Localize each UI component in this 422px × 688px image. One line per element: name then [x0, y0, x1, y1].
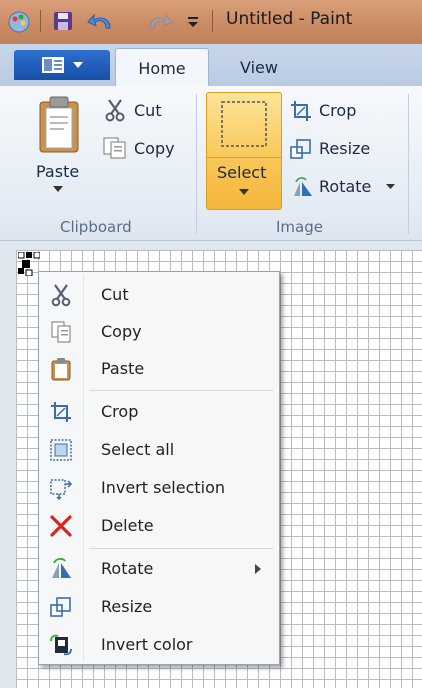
- rotate-button[interactable]: Rotate: [319, 177, 371, 196]
- scissors-icon: [51, 284, 71, 307]
- chevron-down-icon: [73, 62, 83, 68]
- ribbon-tab-row: Home View: [0, 44, 422, 87]
- menu-item-label: Crop: [101, 402, 139, 421]
- menu-item-copy[interactable]: Copy: [39, 314, 279, 350]
- select-split-line: [207, 157, 281, 158]
- tab-view[interactable]: View: [214, 48, 304, 86]
- menu-item-resize[interactable]: Resize: [39, 589, 279, 625]
- title-bar: Untitled - Paint: [0, 0, 422, 45]
- image-group-label: Image: [276, 218, 323, 236]
- menu-item-crop[interactable]: Crop: [39, 394, 279, 430]
- undo-icon[interactable]: [86, 10, 116, 34]
- crop-icon: [51, 402, 71, 422]
- copy-icon: [103, 137, 126, 159]
- menu-separator: [89, 390, 273, 391]
- context-menu: Cut Copy Paste Crop Select all Invert se…: [38, 271, 280, 665]
- crop-button[interactable]: Crop: [319, 101, 356, 120]
- resize-icon: [290, 139, 311, 159]
- menu-item-label: Resize: [101, 597, 153, 616]
- invert-selection-icon: [50, 479, 73, 500]
- menu-item-label: Select all: [101, 440, 175, 459]
- resize-button[interactable]: Resize: [319, 139, 370, 158]
- toolbar-separator: [40, 10, 41, 32]
- select-all-icon: [50, 439, 72, 461]
- submenu-arrow-icon: [255, 564, 261, 574]
- ribbon-separator: [196, 94, 197, 234]
- menu-item-label: Paste: [101, 359, 145, 378]
- select-dropdown-icon[interactable]: [239, 189, 249, 196]
- menu-item-label: Cut: [101, 285, 129, 304]
- ribbon-home-panel: Paste Cut Copy Clipboard Select Crop Res…: [0, 86, 422, 241]
- menu-item-label: Invert selection: [101, 478, 226, 497]
- clipboard-group-label: Clipboard: [60, 218, 132, 236]
- menu-item-invert-color[interactable]: Invert color: [39, 627, 279, 663]
- resize-icon: [50, 597, 71, 617]
- menu-item-label: Delete: [101, 516, 154, 535]
- selection-handles-icon[interactable]: [18, 252, 40, 276]
- rotate-icon: [294, 177, 312, 196]
- invert-color-icon: [50, 634, 72, 656]
- select-rectangle-icon: [221, 101, 267, 147]
- menu-item-invert-selection[interactable]: Invert selection: [39, 470, 279, 506]
- file-menu-button[interactable]: [14, 50, 110, 80]
- menu-item-select-all[interactable]: Select all: [39, 432, 279, 468]
- customize-dropdown-icon[interactable]: [186, 15, 200, 29]
- rotate-dropdown-icon[interactable]: [386, 184, 395, 190]
- paste-button[interactable]: Paste: [36, 162, 79, 181]
- menu-item-paste[interactable]: Paste: [39, 351, 279, 387]
- copy-button[interactable]: Copy: [134, 139, 175, 158]
- ribbon-separator-right: [408, 94, 409, 234]
- paint-app-icon[interactable]: [6, 8, 32, 34]
- file-menu-icon: [42, 57, 64, 73]
- menu-item-label: Rotate: [101, 559, 154, 578]
- save-icon[interactable]: [52, 10, 74, 32]
- copy-icon: [51, 321, 71, 343]
- select-button[interactable]: Select: [206, 92, 282, 210]
- menu-item-label: Invert color: [101, 635, 193, 654]
- paste-dropdown-icon[interactable]: [53, 186, 63, 193]
- delete-x-icon: [50, 515, 72, 537]
- menu-item-label: Copy: [101, 322, 142, 341]
- menu-item-cut[interactable]: Cut: [39, 277, 279, 313]
- menu-item-rotate[interactable]: Rotate: [39, 551, 279, 587]
- clipboard-icon: [51, 358, 71, 381]
- menu-item-delete[interactable]: Delete: [39, 508, 279, 544]
- menu-separator: [89, 548, 273, 549]
- window-title: Untitled - Paint: [226, 9, 353, 29]
- select-label: Select: [217, 163, 267, 182]
- redo-icon[interactable]: [146, 10, 174, 34]
- tab-home[interactable]: Home: [115, 48, 209, 87]
- title-separator: [212, 10, 213, 32]
- rotate-icon: [52, 558, 71, 578]
- cut-icon: [105, 99, 125, 122]
- cut-button[interactable]: Cut: [134, 101, 162, 120]
- crop-icon: [291, 101, 311, 121]
- paste-icon: [39, 96, 79, 153]
